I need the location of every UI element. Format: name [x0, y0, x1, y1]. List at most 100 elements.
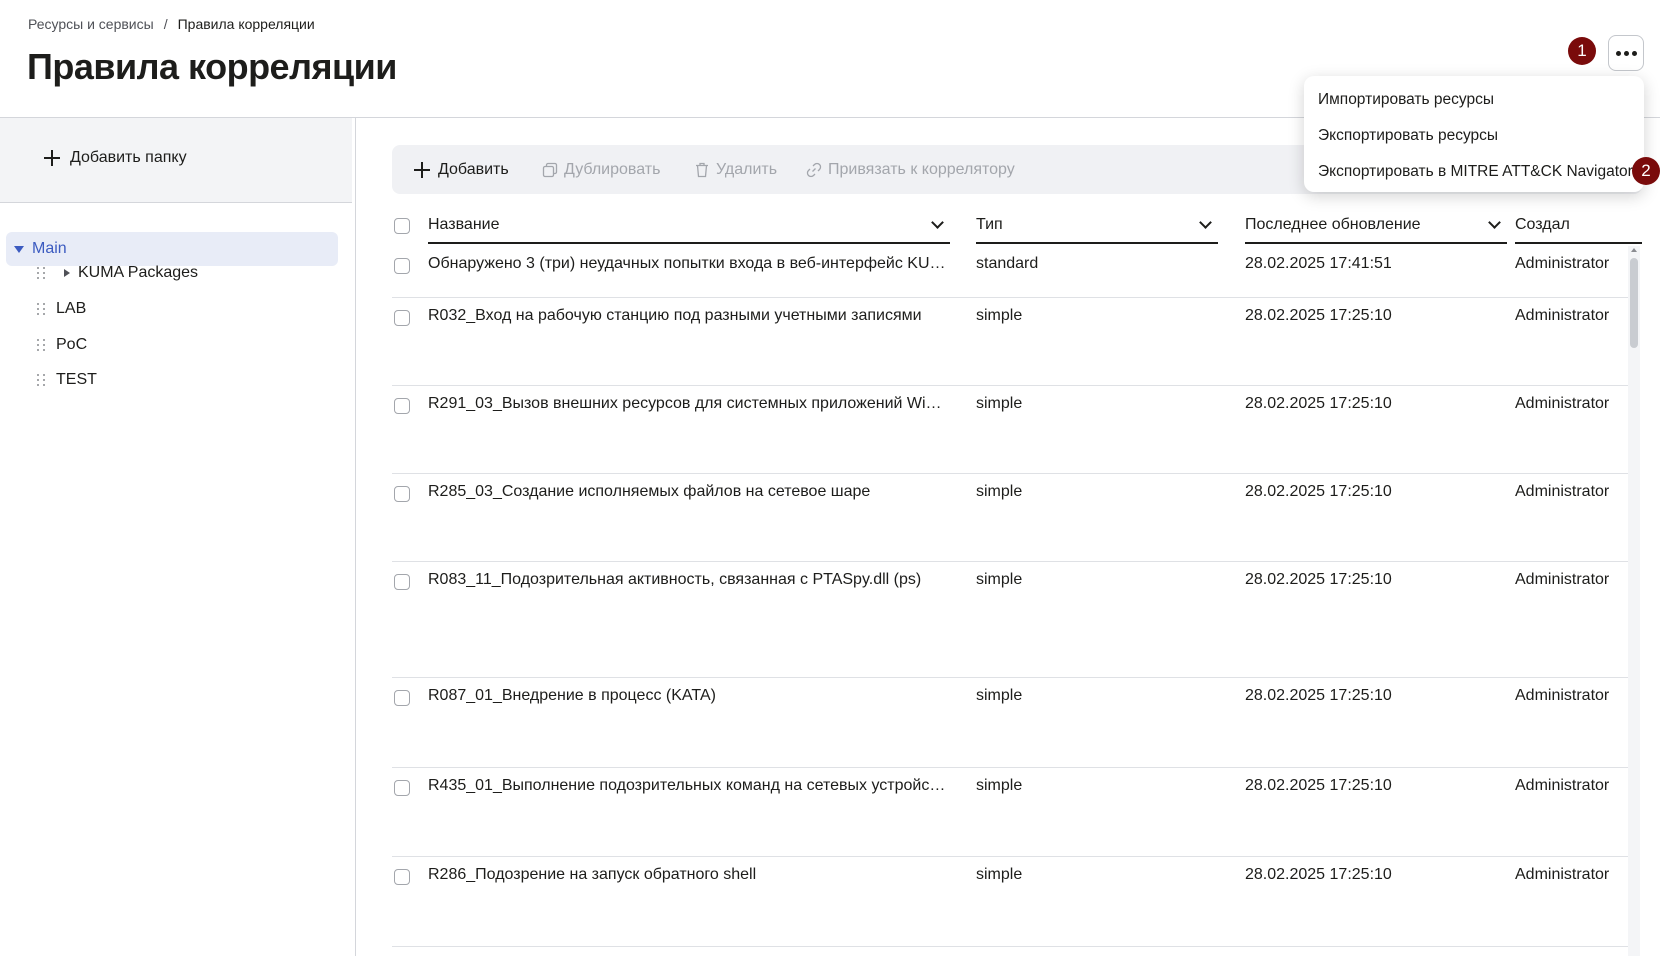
- cell-author: Administrator: [1515, 687, 1610, 704]
- drag-handle-icon[interactable]: [37, 374, 46, 386]
- tree-item-label: Main: [32, 240, 67, 257]
- delete-button-label: Удалить: [716, 160, 778, 178]
- table-body: Обнаружено 3 (три) неудачных попытки вхо…: [392, 246, 1628, 956]
- drag-handle-icon[interactable]: [37, 267, 46, 279]
- cell-updated: 28.02.2025 17:41:51: [1245, 255, 1392, 272]
- table-row[interactable]: R435_01_Выполнение подозрительных команд…: [392, 768, 1628, 857]
- drag-handle-icon[interactable]: [37, 339, 46, 351]
- table-row[interactable]: R083_11_Подозрительная активность, связа…: [392, 562, 1628, 678]
- cell-author: Administrator: [1515, 483, 1610, 500]
- link-to-correlator-button[interactable]: Привязать к коррелятору: [806, 145, 1015, 194]
- breadcrumb: Ресурсы и сервисы / Правила корреляции: [28, 16, 315, 32]
- cell-type: simple: [976, 687, 1023, 704]
- menu-item-export-resources[interactable]: Экспортировать ресурсы: [1304, 118, 1644, 154]
- cell-type: simple: [976, 777, 1023, 794]
- cell-name: R083_11_Подозрительная активность, связа…: [428, 571, 922, 588]
- add-button[interactable]: Добавить: [412, 145, 509, 194]
- breadcrumb-parent-link[interactable]: Ресурсы и сервисы: [28, 16, 154, 32]
- column-title: Тип: [976, 216, 1003, 233]
- menu-item-import-resources[interactable]: Импортировать ресурсы: [1304, 82, 1644, 118]
- add-folder-button[interactable]: Добавить папку: [42, 148, 187, 168]
- chevron-down-icon[interactable]: [1488, 216, 1501, 229]
- tree-item-test[interactable]: TEST: [37, 371, 97, 389]
- row-checkbox[interactable]: [394, 310, 410, 326]
- cell-name: R087_01_Внедрение в процесс (KATA): [428, 687, 716, 704]
- table-scrollbar[interactable]: [1628, 246, 1640, 956]
- breadcrumb-current: Правила корреляции: [177, 16, 315, 32]
- cell-name: R286_Подозрение на запуск обратного shel…: [428, 866, 757, 883]
- cell-author: Administrator: [1515, 307, 1610, 324]
- scroll-up-icon[interactable]: [1631, 248, 1637, 252]
- trash-icon: [696, 162, 708, 177]
- plus-icon: [44, 150, 60, 166]
- chevron-down-icon[interactable]: [931, 216, 944, 229]
- duplicate-button-label: Дублировать: [564, 160, 661, 178]
- cell-name: R285_03_Создание исполняемых файлов на с…: [428, 483, 871, 500]
- table-row[interactable]: R285_03_Создание исполняемых файлов на с…: [392, 474, 1628, 562]
- copy-icon: [542, 162, 558, 177]
- cell-name: R435_01_Выполнение подозрительных команд…: [428, 777, 948, 794]
- actions-menu: Импортировать ресурсы Экспортировать рес…: [1304, 76, 1644, 192]
- table-row[interactable]: R286_Подозрение на запуск обратного shel…: [392, 857, 1628, 947]
- cell-updated: 28.02.2025 17:25:10: [1245, 483, 1392, 500]
- row-checkbox[interactable]: [394, 486, 410, 502]
- cell-updated: 28.02.2025 17:25:10: [1245, 571, 1392, 588]
- table-row[interactable]: R291_03_Вызов внешних ресурсов для систе…: [392, 386, 1628, 474]
- cell-type: simple: [976, 483, 1023, 500]
- column-header-updated[interactable]: Последнее обновление: [1245, 208, 1507, 244]
- expand-right-icon[interactable]: [64, 269, 70, 277]
- cell-type: simple: [976, 307, 1023, 324]
- page-title: Правила корреляции: [27, 46, 397, 87]
- cell-name: Обнаружено 3 (три) неудачных попытки вхо…: [428, 255, 948, 272]
- expand-down-icon[interactable]: [14, 245, 24, 253]
- row-checkbox[interactable]: [394, 574, 410, 590]
- column-header-author[interactable]: Создал: [1515, 208, 1642, 244]
- cell-type: simple: [976, 571, 1023, 588]
- step-badge-2: 2: [1632, 157, 1660, 185]
- cell-author: Administrator: [1515, 571, 1610, 588]
- chevron-down-icon[interactable]: [1199, 216, 1212, 229]
- link-button-label: Привязать к коррелятору: [828, 160, 1015, 178]
- row-checkbox[interactable]: [394, 690, 410, 706]
- tree-item-poc[interactable]: PoC: [37, 336, 87, 354]
- cell-name: R032_Вход на рабочую станцию под разными…: [428, 307, 922, 324]
- cell-updated: 28.02.2025 17:25:10: [1245, 777, 1392, 794]
- tree-item-main[interactable]: Main: [6, 232, 338, 266]
- column-header-name[interactable]: Название: [428, 208, 950, 244]
- column-title: Создал: [1515, 216, 1570, 233]
- tree-item-label: TEST: [56, 371, 97, 388]
- tree-item-label: KUMA Packages: [78, 264, 199, 281]
- tree-item-kuma-packages[interactable]: KUMA Packages: [37, 264, 198, 282]
- cell-updated: 28.02.2025 17:25:10: [1245, 395, 1392, 412]
- column-header-type[interactable]: Тип: [976, 208, 1218, 244]
- cell-author: Administrator: [1515, 777, 1610, 794]
- plus-icon: [414, 161, 430, 178]
- drag-handle-icon[interactable]: [37, 303, 46, 315]
- tree-item-label: LAB: [56, 300, 87, 317]
- cell-updated: 28.02.2025 17:25:10: [1245, 307, 1392, 324]
- scrollbar-thumb[interactable]: [1630, 258, 1638, 348]
- table-row[interactable]: Обнаружено 3 (три) неудачных попытки вхо…: [392, 246, 1628, 298]
- add-button-label: Добавить: [438, 160, 509, 178]
- duplicate-button[interactable]: Дублировать: [542, 145, 660, 194]
- step-badge-1: 1: [1568, 37, 1596, 65]
- row-checkbox[interactable]: [394, 258, 410, 274]
- cell-updated: 28.02.2025 17:25:10: [1245, 866, 1392, 883]
- table-header: Название Тип Последнее обновление Создал: [392, 208, 1642, 244]
- menu-item-export-mitre[interactable]: Экспортировать в MITRE ATT&CK Navigator: [1304, 154, 1644, 190]
- row-checkbox[interactable]: [394, 398, 410, 414]
- tree-item-label: PoC: [56, 336, 88, 353]
- table-row[interactable]: R032_Вход на рабочую станцию под разными…: [392, 298, 1628, 386]
- select-all-checkbox[interactable]: [394, 218, 410, 234]
- row-checkbox[interactable]: [394, 780, 410, 796]
- row-checkbox[interactable]: [394, 869, 410, 885]
- tree-item-lab[interactable]: LAB: [37, 300, 86, 318]
- table-row[interactable]: R087_01_Внедрение в процесс (KATA) simpl…: [392, 678, 1628, 768]
- more-actions-button[interactable]: [1608, 35, 1644, 71]
- link-icon: [806, 162, 822, 177]
- cell-author: Administrator: [1515, 255, 1610, 272]
- cell-author: Administrator: [1515, 866, 1610, 883]
- column-title: Последнее обновление: [1245, 216, 1421, 233]
- more-icon: [1615, 50, 1621, 56]
- delete-button[interactable]: Удалить: [694, 145, 777, 194]
